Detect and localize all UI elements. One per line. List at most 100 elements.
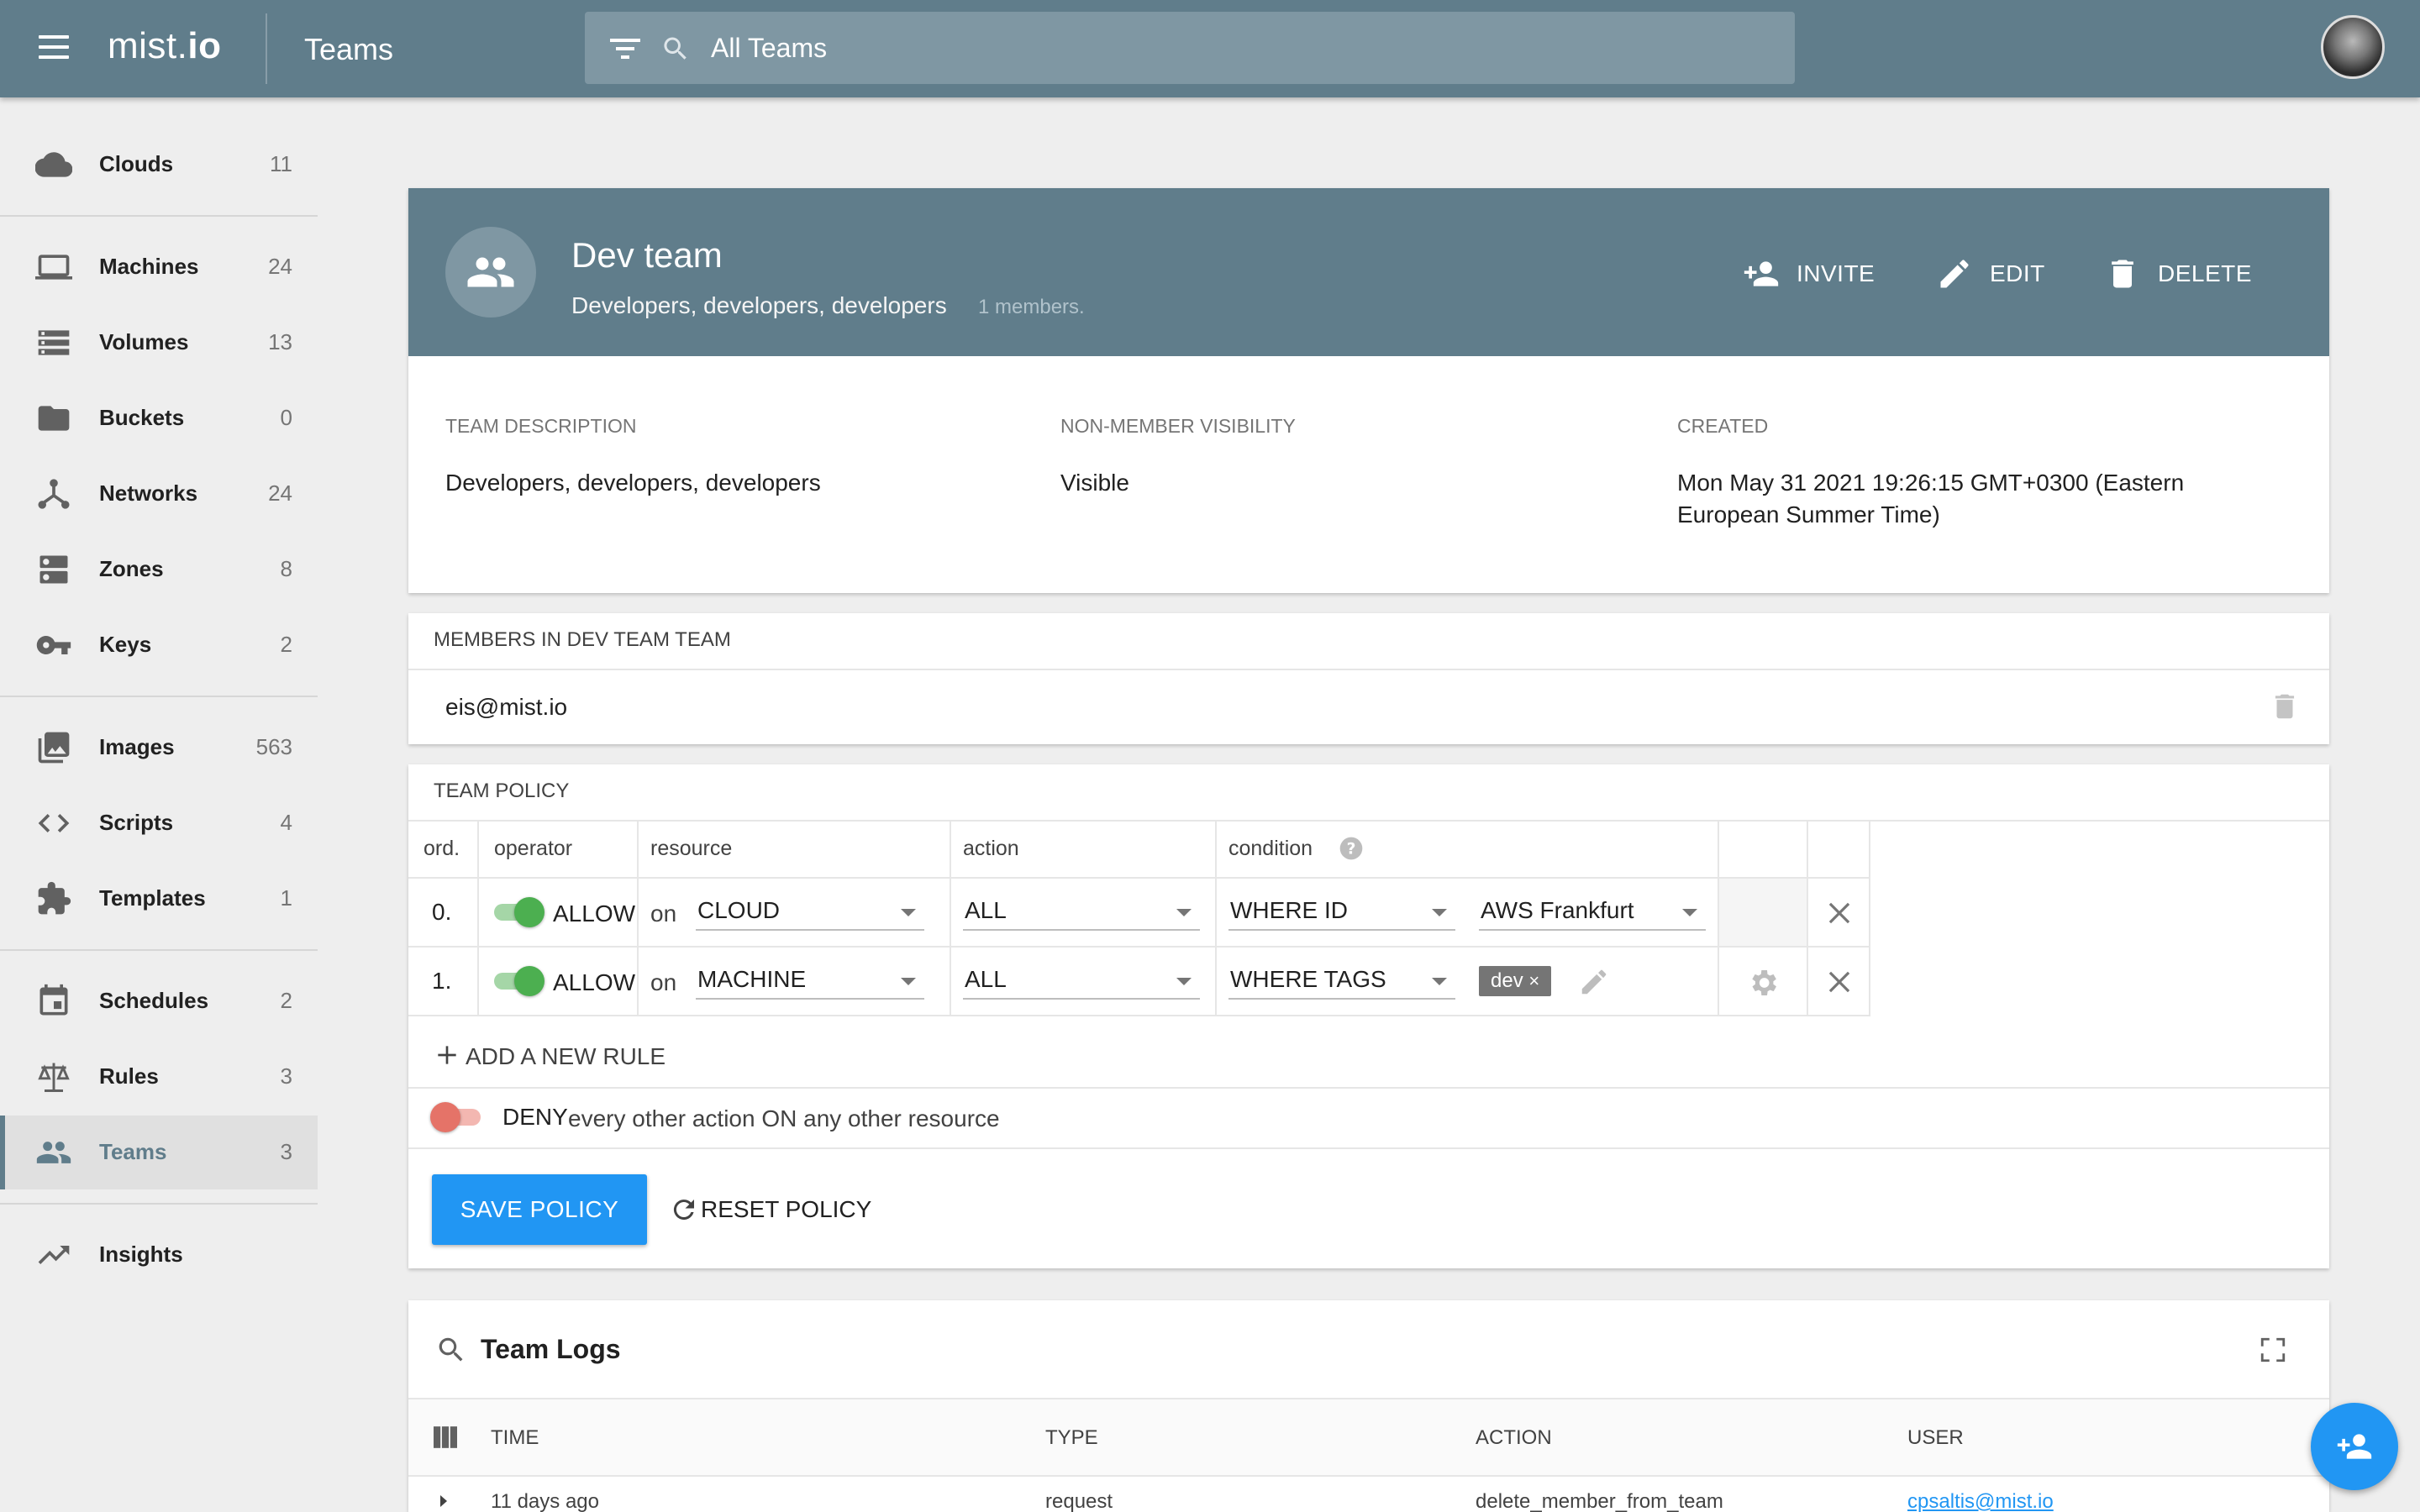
search-input[interactable]: [711, 27, 1719, 69]
fullscreen-icon[interactable]: [2259, 1336, 2287, 1364]
calendar-icon: [39, 984, 68, 1016]
columns-icon[interactable]: [434, 1426, 457, 1448]
sidebar-item-label: Insights: [99, 1242, 183, 1267]
rule-operator: ALLOW: [553, 900, 636, 927]
team-info-card: Dev team Developers, developers, develop…: [408, 188, 2329, 593]
col-type[interactable]: TYPE: [1045, 1426, 1098, 1450]
sidebar-item-insights[interactable]: Insights: [0, 1218, 318, 1292]
trash-icon[interactable]: [2269, 690, 2301, 722]
sidebar-item-volumes[interactable]: Volumes 13: [0, 306, 318, 380]
condition-select[interactable]: WHERE ID: [1228, 892, 1455, 931]
logo[interactable]: mist.io: [108, 25, 222, 67]
dropdown-arrow-icon: [1432, 978, 1447, 985]
condition-value: WHERE TAGS: [1230, 966, 1386, 992]
condition-value: WHERE ID: [1230, 897, 1348, 923]
close-icon[interactable]: [1823, 897, 1855, 929]
add-rule-label: ADD A NEW RULE: [466, 1043, 666, 1069]
tag-chip[interactable]: dev ×: [1479, 966, 1552, 996]
expand-icon[interactable]: [440, 1495, 447, 1507]
col-action-label: action: [963, 837, 1019, 860]
sidebar-item-networks[interactable]: Networks 24: [0, 457, 318, 531]
condition-select[interactable]: WHERE TAGS: [1228, 961, 1455, 1000]
team-avatar: [445, 227, 536, 318]
save-policy-button[interactable]: SAVE POLICY: [432, 1174, 647, 1245]
code-icon: [38, 814, 70, 832]
pencil-icon[interactable]: [1578, 966, 1610, 998]
allow-toggle[interactable]: [491, 966, 544, 996]
close-icon[interactable]: [1823, 966, 1855, 998]
search-icon[interactable]: [435, 1334, 467, 1366]
resource-select[interactable]: MACHINE: [696, 961, 924, 1000]
delete-button[interactable]: DELETE: [2104, 247, 2255, 297]
scale-icon: [38, 1063, 70, 1092]
help-icon[interactable]: ?: [1338, 835, 1365, 862]
sidebar-item-zones[interactable]: Zones 8: [0, 533, 318, 606]
sidebar-item-count: 563: [255, 734, 292, 759]
resource-select[interactable]: CLOUD: [696, 892, 924, 931]
created-value-line2: European Summer Time): [1677, 501, 1940, 528]
sidebar: Clouds 11 Machines 24 Volumes 13 Buckets…: [0, 97, 319, 1512]
col-user[interactable]: USER: [1907, 1426, 1964, 1450]
allow-toggle[interactable]: [491, 897, 544, 927]
sidebar-item-clouds[interactable]: Clouds 11: [0, 128, 318, 202]
sidebar-item-templates[interactable]: Templates 1: [0, 862, 318, 936]
sidebar-item-count: 11: [270, 151, 292, 176]
edit-label: EDIT: [1990, 260, 2045, 286]
col-condition: condition ?: [1217, 822, 1719, 879]
col-time[interactable]: TIME: [491, 1426, 539, 1450]
user-avatar[interactable]: [2321, 15, 2385, 79]
image-icon: [38, 732, 70, 764]
trash-icon: [2112, 260, 2133, 288]
invite-label: INVITE: [1797, 260, 1876, 286]
sidebar-item-images[interactable]: Images 563: [0, 711, 318, 785]
action-value: ALL: [965, 966, 1007, 992]
policy-title: TEAM POLICY: [434, 780, 570, 802]
sidebar-item-count: 2: [280, 988, 292, 1013]
menu-icon[interactable]: [39, 35, 69, 62]
search-bar[interactable]: [585, 12, 1795, 84]
policy-divider: [408, 1147, 2329, 1149]
add-member-fab[interactable]: [2311, 1403, 2398, 1490]
action-select[interactable]: ALL: [963, 892, 1200, 931]
gear-icon[interactable]: [1746, 966, 1780, 1000]
cloud-icon: [35, 152, 72, 177]
filter-icon[interactable]: [610, 37, 640, 60]
logo-suffix: io: [187, 25, 222, 66]
sidebar-item-machines[interactable]: Machines 24: [0, 230, 318, 304]
team-members-count: 1 members.: [978, 296, 1085, 318]
col-action[interactable]: ACTION: [1476, 1426, 1552, 1450]
sidebar-item-count: 1: [280, 885, 292, 911]
sidebar-item-rules[interactable]: Rules 3: [0, 1040, 318, 1114]
member-email[interactable]: eis@mist.io: [445, 694, 567, 721]
team-header: Dev team Developers, developers, develop…: [408, 188, 2329, 356]
rule-operator-cell: ALLOW: [479, 948, 639, 1016]
resource-value: CLOUD: [697, 897, 781, 923]
folder-icon: [38, 406, 70, 431]
rule-action-cell: ALL: [951, 879, 1217, 948]
sidebar-item-count: 3: [280, 1063, 292, 1089]
sidebar-item-count: 8: [280, 556, 292, 581]
edit-button[interactable]: EDIT: [1936, 247, 2062, 297]
table-row[interactable]: 11 days ago request delete_member_from_t…: [408, 1477, 2329, 1512]
svg-text:?: ?: [1347, 841, 1356, 858]
sidebar-item-buckets[interactable]: Buckets 0: [0, 381, 318, 455]
members-title: MEMBERS IN DEV TEAM TEAM: [434, 628, 731, 651]
sidebar-item-scripts[interactable]: Scripts 4: [0, 786, 318, 860]
sidebar-item-schedules[interactable]: Schedules 2: [0, 964, 318, 1038]
invite-button[interactable]: INVITE: [1743, 247, 1894, 297]
deny-toggle[interactable]: [430, 1102, 484, 1132]
action-select[interactable]: ALL: [963, 961, 1200, 1000]
cloud-select[interactable]: AWS Frankfurt: [1479, 892, 1706, 931]
sidebar-item-keys[interactable]: Keys 2: [0, 608, 318, 682]
sidebar-item-teams[interactable]: Teams 3: [0, 1116, 318, 1189]
sidebar-item-label: Keys: [99, 632, 152, 657]
rule-operator: ALLOW: [553, 969, 636, 995]
logs-title: Team Logs: [481, 1334, 621, 1364]
log-user-link[interactable]: cpsaltis@mist.io: [1907, 1490, 2054, 1512]
tag-remove-icon[interactable]: ×: [1528, 970, 1539, 991]
team-name: Dev team: [571, 235, 723, 275]
sidebar-item-label: Scripts: [99, 810, 174, 835]
rule-ord-cell: 1.: [408, 948, 479, 1016]
rule-ord: 1.: [432, 968, 452, 994]
storage-icon: [38, 330, 70, 355]
